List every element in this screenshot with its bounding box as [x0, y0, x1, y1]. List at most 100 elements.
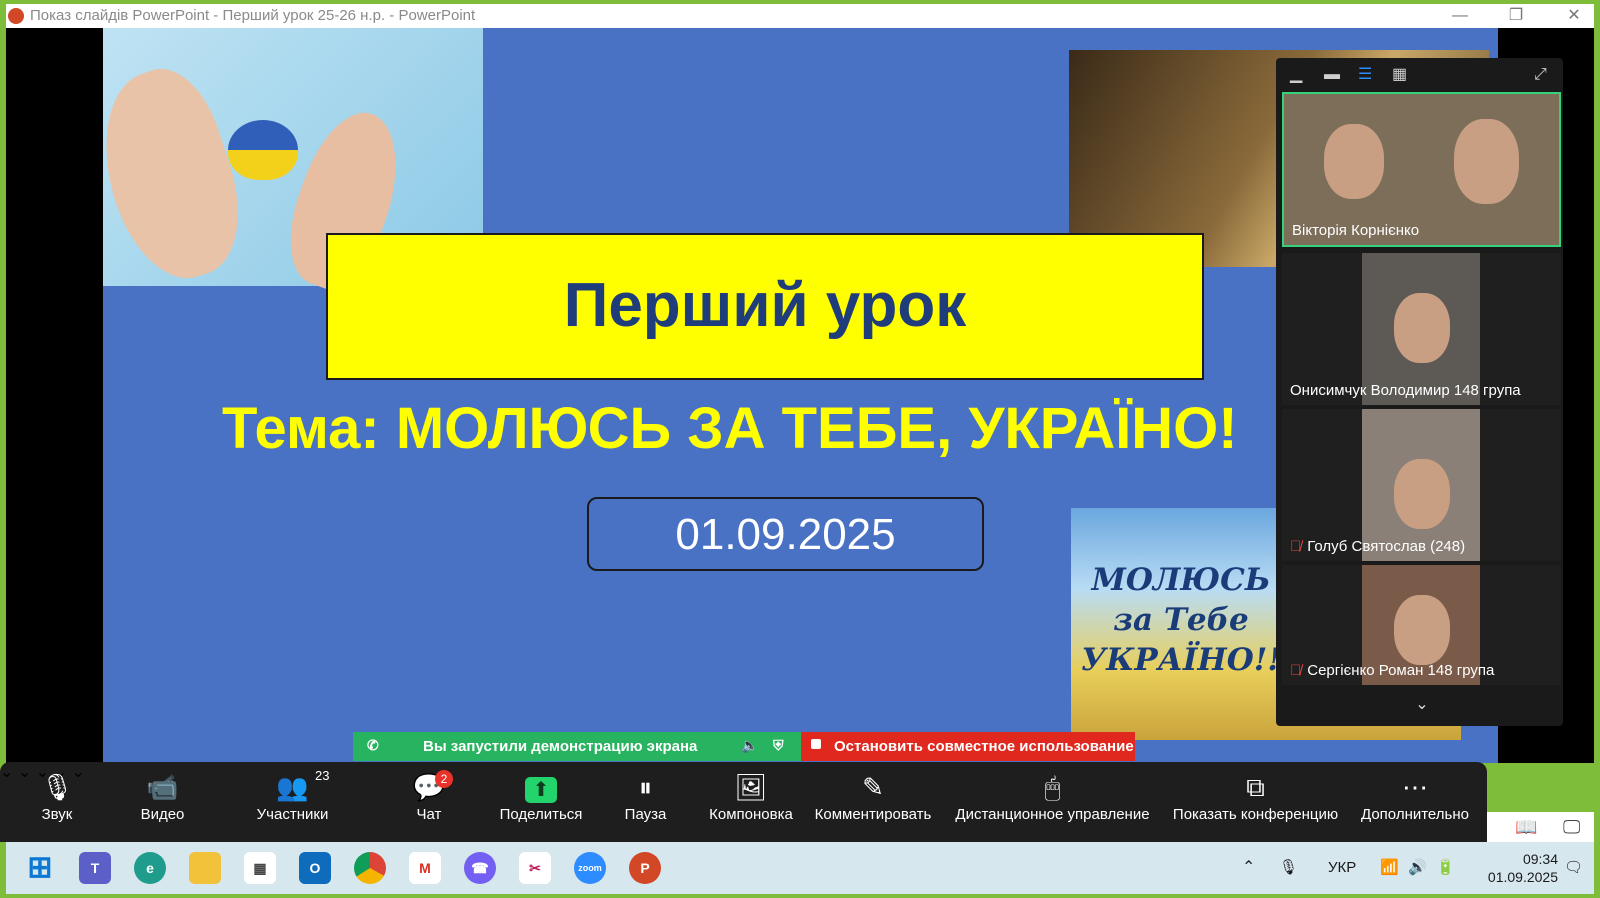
layout-label: Компоновка [709, 806, 793, 823]
chat-label: Чат [416, 806, 442, 823]
annotate-button[interactable]: ✎ Комментировать [812, 762, 934, 842]
wifi-icon[interactable]: 📶 [1380, 842, 1399, 894]
share-status-text: Вы запустили демонстрацию экрана [423, 738, 698, 755]
clock-time: 09:34 [1522, 851, 1558, 867]
video-panel-header: ▁ ▬ ☰ ▦ ⤢ [1276, 58, 1563, 92]
microphone-icon: 🎙 [40, 772, 74, 802]
clock-date: 01.09.2025 [1487, 869, 1558, 885]
remote-control-button[interactable]: 🖱 Дистанционное управление [950, 762, 1155, 842]
show-meeting-label: Показать конференцию [1172, 806, 1339, 823]
layout-icon: 🖼 [734, 772, 768, 802]
video-button[interactable]: 📹 Видео [125, 762, 200, 842]
stop-icon [811, 739, 821, 749]
video-tile[interactable]: 🎙̸ Голуб Святослав (248) [1282, 409, 1561, 561]
participant-name: Голуб Святослав (248) [1307, 538, 1466, 555]
show-window-icon: ⧉ [1246, 772, 1265, 802]
share-screen-icon: ⬆ [525, 777, 557, 803]
chrome-icon[interactable] [354, 852, 386, 884]
window-titlebar: Показ слайдів PowerPoint - Перший урок 2… [6, 4, 1594, 28]
participant-name: Онисимчук Володимир 148 група [1290, 382, 1521, 399]
restore-button[interactable]: ❐ [1496, 4, 1536, 28]
snipping-tool-icon[interactable]: ✂ [519, 852, 551, 884]
participant-face [1394, 293, 1450, 363]
share-button[interactable]: ⬆ Поделиться [495, 762, 587, 842]
video-label: Видео [140, 806, 185, 823]
slideshow-view-icon[interactable]: 🖵 [1563, 812, 1580, 842]
stop-share-button[interactable]: Остановить совместное использование [801, 732, 1135, 761]
window-title: Показ слайдів PowerPoint - Перший урок 2… [30, 7, 476, 24]
share-status-banner: ✆ Вы запустили демонстрацию экрана 🔈 ⛨ [353, 732, 801, 761]
audio-button[interactable]: 🎙 Звук [22, 762, 92, 842]
show-meeting-button[interactable]: ⧉ Показать конференцию [1168, 762, 1343, 842]
windows-start-icon[interactable]: ⊞ [24, 852, 56, 884]
slide-theme: Тема: МОЛЮСЬ ЗА ТЕБЕ, УКРАЇНО! [222, 396, 1238, 461]
edge-icon[interactable]: e [134, 852, 166, 884]
video-tile[interactable]: 🎙̸ Сергієнко Роман 148 група [1282, 565, 1561, 685]
participant-face [1394, 459, 1450, 529]
speaker-view-icon[interactable]: ▬ [1324, 67, 1340, 83]
notifications-icon[interactable]: 🗨 [1564, 842, 1583, 894]
ukraine-heart-image [228, 120, 298, 180]
strip-view-icon[interactable]: ☰ [1358, 67, 1372, 83]
audio-options-chevron[interactable]: ⌄ [0, 764, 13, 781]
participant-name: Сергієнко Роман 148 група [1307, 662, 1495, 679]
audio-label: Звук [41, 806, 73, 823]
stop-share-label: Остановить совместное использование [834, 738, 1134, 755]
viber-icon[interactable]: ☎ [464, 852, 496, 884]
outlook-icon[interactable]: O [299, 852, 331, 884]
shield-icon: ⛨ [773, 737, 784, 753]
mic-muted-icon: 🎙̸ [1290, 538, 1302, 555]
participant-face [1394, 595, 1450, 665]
slide-title: Перший урок [563, 271, 967, 340]
ppt-view-controls: 📖 🖵 [1487, 812, 1594, 842]
pause-share-button[interactable]: ⏸ Пауза [618, 762, 673, 842]
pause-icon: ⏸ [638, 772, 652, 802]
gmail-icon[interactable]: M [409, 852, 441, 884]
participant-name: Вікторія Корнієнко [1292, 222, 1420, 239]
camera-icon: 📹 [146, 772, 179, 802]
powerpoint-taskbar-icon[interactable]: P [629, 852, 661, 884]
participant-face [1454, 119, 1519, 204]
gallery-view-icon[interactable]: ▦ [1392, 67, 1407, 83]
poster-text: МОЛЮСЬ за Тебе УКРАЇНО!!! [1081, 562, 1295, 678]
scroll-down-icon[interactable]: ⌄ [1407, 694, 1437, 714]
teams-icon[interactable]: T [79, 852, 111, 884]
windows-taskbar: ⊞ T e ▦ O M ☎ ✂ zoom P ⌃ 🎙 УКР 📶 🔊 🔋 09:… [6, 842, 1594, 894]
pencil-icon: ✎ [862, 772, 884, 802]
mic-muted-icon: 🎙̸ [1290, 662, 1302, 679]
remote-label: Дистанционное управление [955, 806, 1150, 823]
battery-icon[interactable]: 🔋 [1436, 842, 1455, 894]
video-tile-active[interactable]: Вікторія Корнієнко [1282, 92, 1561, 247]
reading-view-icon[interactable]: 📖 [1515, 812, 1537, 842]
slide-date: 01.09.2025 [587, 497, 984, 571]
pause-label: Пауза [624, 806, 667, 823]
mouse-icon: 🖱 [1044, 772, 1061, 802]
input-language[interactable]: УКР [1328, 842, 1356, 894]
participant-face [1324, 124, 1384, 199]
chat-unread-badge: 2 [435, 770, 453, 788]
zoom-icon[interactable]: zoom [574, 852, 606, 884]
powerpoint-icon [8, 8, 24, 24]
phone-icon: ✆ [367, 737, 379, 753]
participants-label: Участники [256, 806, 329, 823]
volume-icon[interactable]: 🔊 [1408, 842, 1427, 894]
expand-icon[interactable]: ⤢ [1534, 67, 1547, 83]
meeting-toolbar: 🎙 Звук ⌄ 📹 Видео ⌄ 👥 Участники 23 ⌄ 💬 Ча… [0, 762, 1487, 842]
annotate-label: Комментировать [814, 806, 932, 823]
more-label: Дополнительно [1361, 806, 1469, 823]
minimize-video-icon[interactable]: ▁ [1290, 67, 1302, 83]
close-button[interactable]: ✕ [1554, 4, 1594, 28]
file-explorer-icon[interactable] [189, 852, 221, 884]
share-label: Поделиться [499, 806, 583, 823]
participants-count: 23 [315, 768, 330, 783]
layout-button[interactable]: 🖼 Компоновка [705, 762, 797, 842]
video-tile[interactable]: Онисимчук Володимир 148 група [1282, 253, 1561, 405]
speaker-icon[interactable]: 🔈 [741, 737, 758, 754]
more-icon: ⋯ [1402, 772, 1428, 802]
taskbar-clock[interactable]: 09:34 01.09.2025 [1488, 850, 1558, 886]
more-button[interactable]: ⋯ Дополнительно [1355, 762, 1475, 842]
show-hidden-icons-chevron[interactable]: ⌃ [1242, 842, 1255, 894]
store-icon[interactable]: ▦ [244, 852, 276, 884]
microphone-tray-icon[interactable]: 🎙 [1279, 842, 1298, 894]
minimize-button[interactable]: — [1440, 4, 1480, 28]
